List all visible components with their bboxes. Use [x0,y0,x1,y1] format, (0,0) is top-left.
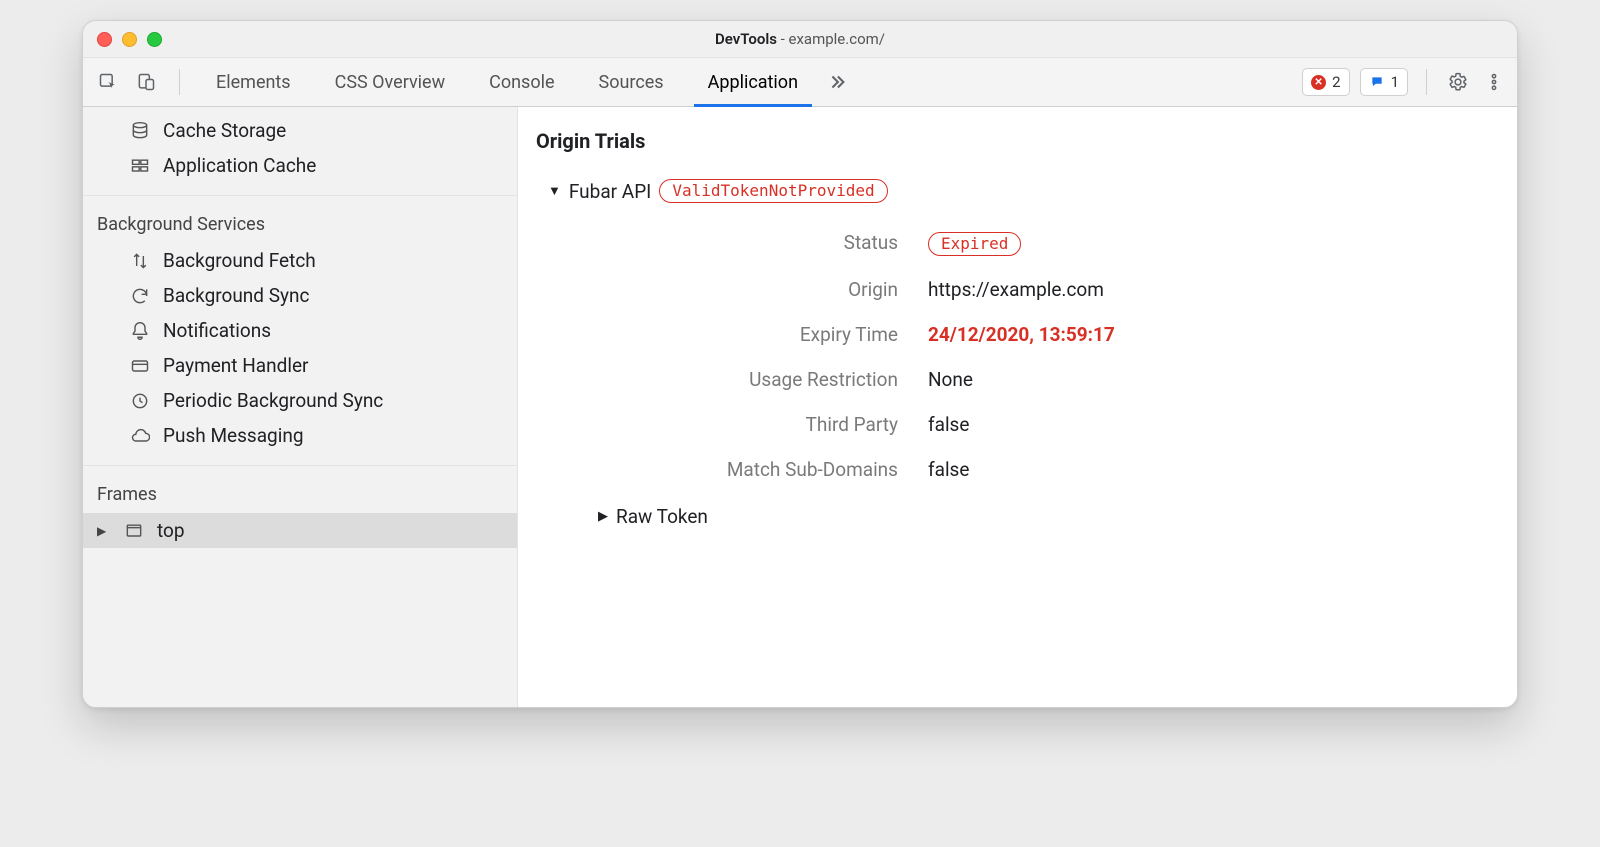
toolbar-divider-right [1426,69,1427,95]
sync-icon [129,285,151,307]
error-count: 2 [1332,73,1340,91]
tab-application[interactable]: Application [686,58,820,106]
label-expiry-time: Expiry Time [618,323,898,346]
section-title-origin-trials: Origin Trials [518,125,1517,171]
value-match-sub-domains: false [928,458,1517,481]
window-maximize-button[interactable] [147,32,162,47]
sidebar-item-frame-top[interactable]: ▶ top [83,513,517,548]
main-content: Origin Trials ▼ Fubar API ValidTokenNotP… [518,107,1517,707]
group-title-background-services: Background Services [83,202,517,243]
window-close-button[interactable] [97,32,112,47]
group-title-frames: Frames [83,472,517,513]
sidebar-item-push-messaging[interactable]: Push Messaging [83,418,517,453]
cache-group: Cache Storage Application Cache [83,107,517,196]
device-toolbar-icon[interactable] [133,69,159,95]
frames-group: Frames ▶ top [83,466,517,548]
origin-trial-details: Status Expired Origin https://example.co… [548,203,1517,499]
tab-css-overview[interactable]: CSS Overview [313,58,468,106]
toolbar-right: ✕ 2 1 [1302,58,1507,106]
toolbar-divider [179,69,180,95]
window-controls [97,32,162,47]
bell-icon [129,320,151,342]
sidebar-item-label: Background Fetch [163,249,316,272]
sidebar-item-background-fetch[interactable]: Background Fetch [83,243,517,278]
application-sidebar: Cache Storage Application Cache Backgrou… [83,107,518,707]
label-status: Status [618,231,898,256]
error-icon: ✕ [1311,75,1326,90]
errors-badge[interactable]: ✕ 2 [1302,68,1349,96]
origin-trial-entry: ▼ Fubar API ValidTokenNotProvided Status… [518,171,1517,528]
sidebar-item-label: Cache Storage [163,119,286,142]
title-bar: DevTools - example.com/ [83,21,1517,58]
expand-caret-icon[interactable]: ▶ [598,509,608,524]
inspect-element-icon[interactable] [95,69,121,95]
value-third-party: false [928,413,1517,436]
window-title-location: example.com/ [789,30,885,48]
origin-trial-header[interactable]: ▼ Fubar API ValidTokenNotProvided [548,179,1517,203]
clock-icon [129,390,151,412]
label-third-party: Third Party [618,413,898,436]
raw-token-label: Raw Token [616,505,708,528]
sidebar-item-label: Notifications [163,319,271,342]
issues-badge[interactable]: 1 [1360,68,1408,96]
window-title-app: DevTools [715,30,777,48]
card-icon [129,355,151,377]
tab-sources[interactable]: Sources [577,58,686,106]
background-services-group: Background Services Background Fetch Bac… [83,196,517,466]
panel-tabs: Elements CSS Overview Console Sources Ap… [194,58,1296,106]
value-usage-restriction: None [928,368,1517,391]
value-expiry-time: 24/12/2020, 13:59:17 [928,323,1517,346]
updown-arrows-icon [129,250,151,272]
window-title: DevTools - example.com/ [83,30,1517,48]
expand-caret-icon[interactable]: ▶ [97,524,107,538]
label-match-sub-domains: Match Sub-Domains [618,458,898,481]
window-minimize-button[interactable] [122,32,137,47]
sidebar-item-payment-handler[interactable]: Payment Handler [83,348,517,383]
kebab-menu-icon[interactable] [1481,69,1507,95]
devtools-window: DevTools - example.com/ Elements CSS Ove… [82,20,1518,708]
sidebar-item-label: Push Messaging [163,424,304,447]
issues-icon [1369,75,1385,89]
label-origin: Origin [618,278,898,301]
settings-gear-icon[interactable] [1445,69,1471,95]
label-usage-restriction: Usage Restriction [618,368,898,391]
grid-icon [129,155,151,177]
sidebar-item-periodic-background-sync[interactable]: Periodic Background Sync [83,383,517,418]
sidebar-item-cache-storage[interactable]: Cache Storage [83,113,517,148]
origin-trial-badge: ValidTokenNotProvided [659,179,887,203]
sidebar-item-notifications[interactable]: Notifications [83,313,517,348]
issues-count: 1 [1391,73,1399,91]
sidebar-item-label: top [157,519,185,542]
cloud-icon [129,425,151,447]
overflow-tabs-icon[interactable] [820,58,862,106]
sidebar-item-application-cache[interactable]: Application Cache [83,148,517,183]
sidebar-item-label: Application Cache [163,154,316,177]
value-origin: https://example.com [928,278,1517,301]
toolbar-left [95,58,188,106]
database-icon [129,120,151,142]
tab-elements[interactable]: Elements [194,58,313,106]
frame-icon [123,520,145,542]
sidebar-item-background-sync[interactable]: Background Sync [83,278,517,313]
origin-trial-name: Fubar API [569,180,651,203]
collapse-caret-icon[interactable]: ▼ [548,183,561,199]
panel-body: Cache Storage Application Cache Backgrou… [83,107,1517,707]
sidebar-item-label: Payment Handler [163,354,308,377]
toolbar: Elements CSS Overview Console Sources Ap… [83,58,1517,107]
tab-console[interactable]: Console [467,58,576,106]
sidebar-item-label: Periodic Background Sync [163,389,383,412]
value-status: Expired [928,231,1517,256]
sidebar-item-label: Background Sync [163,284,309,307]
raw-token-header[interactable]: ▶ Raw Token [548,499,1517,528]
